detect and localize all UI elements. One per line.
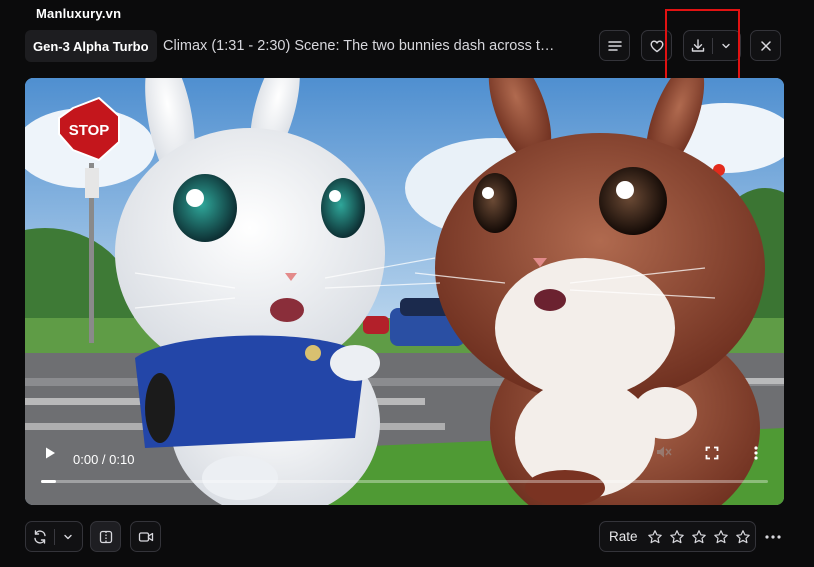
stop-sign-text: STOP bbox=[69, 122, 110, 139]
download-split-button bbox=[683, 30, 741, 61]
video-menu-button[interactable] bbox=[753, 446, 759, 465]
play-button[interactable] bbox=[43, 446, 57, 465]
more-vertical-icon bbox=[754, 446, 758, 460]
video-frame: STOP bbox=[25, 78, 784, 505]
star-icon bbox=[647, 529, 662, 543]
video-controls: 0:00 / 0:10 bbox=[25, 445, 784, 505]
video-progress-bar[interactable] bbox=[41, 480, 768, 483]
star-1[interactable] bbox=[644, 528, 666, 546]
play-icon bbox=[46, 447, 55, 459]
compare-button[interactable] bbox=[90, 521, 121, 552]
regenerate-split-button bbox=[25, 521, 83, 552]
more-horizontal-icon bbox=[765, 535, 781, 539]
close-button[interactable] bbox=[750, 30, 781, 61]
video-player[interactable]: STOP 0:00 / 0:10 bbox=[25, 78, 784, 505]
model-badge: Gen-3 Alpha Turbo bbox=[25, 30, 157, 62]
video-camera-icon bbox=[138, 531, 153, 542]
details-button[interactable] bbox=[599, 30, 630, 61]
progress-fill bbox=[41, 480, 56, 483]
star-2[interactable] bbox=[666, 528, 688, 546]
rating-widget: Rate bbox=[599, 521, 756, 552]
favorite-button[interactable] bbox=[641, 30, 672, 61]
chevron-down-icon bbox=[722, 43, 730, 48]
volume-button[interactable] bbox=[655, 444, 673, 465]
details-icon bbox=[607, 40, 622, 51]
split-view-icon bbox=[99, 530, 112, 543]
chevron-down-icon bbox=[64, 534, 72, 539]
regenerate-options-button[interactable] bbox=[55, 522, 83, 551]
regenerate-button[interactable] bbox=[26, 522, 54, 551]
more-options-button[interactable] bbox=[765, 527, 781, 545]
volume-muted-icon bbox=[657, 446, 672, 458]
star-icon bbox=[669, 529, 684, 543]
top-bar: Gen-3 Alpha Turbo Climax (1:31 - 2:30) S… bbox=[25, 30, 784, 62]
star-icon bbox=[691, 529, 706, 543]
download-button[interactable] bbox=[684, 31, 712, 60]
rate-label: Rate bbox=[609, 529, 638, 544]
star-3[interactable] bbox=[688, 528, 710, 546]
fullscreen-icon bbox=[705, 446, 719, 460]
star-4[interactable] bbox=[710, 528, 732, 546]
refresh-icon bbox=[34, 529, 46, 544]
video-tool-button[interactable] bbox=[130, 521, 161, 552]
close-icon bbox=[760, 40, 771, 51]
bottom-bar: Rate bbox=[25, 521, 784, 553]
video-title: Climax (1:31 - 2:30) Scene: The two bunn… bbox=[163, 38, 555, 54]
star-icon bbox=[713, 529, 728, 543]
fullscreen-button[interactable] bbox=[705, 446, 719, 465]
download-icon bbox=[691, 38, 704, 52]
time-display: 0:00 / 0:10 bbox=[73, 452, 135, 467]
download-options-button[interactable] bbox=[713, 31, 741, 60]
star-5[interactable] bbox=[732, 528, 754, 546]
watermark: Manluxury.vn bbox=[36, 6, 122, 21]
star-icon bbox=[735, 529, 750, 543]
heart-icon bbox=[650, 40, 663, 52]
